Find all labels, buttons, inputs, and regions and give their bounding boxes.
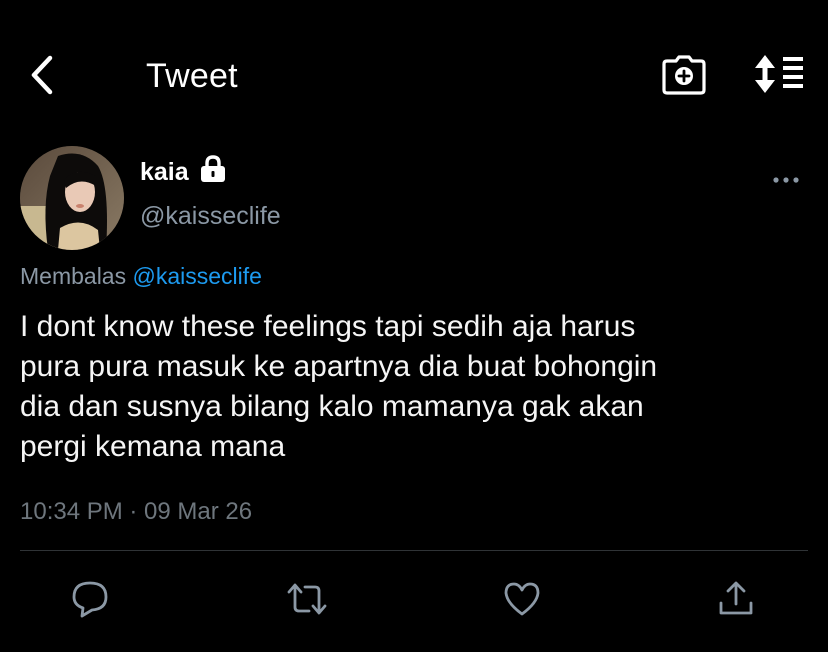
share-button[interactable] xyxy=(716,579,756,619)
more-options-button[interactable] xyxy=(768,168,804,192)
camera-add-icon xyxy=(662,55,706,95)
page-title: Tweet xyxy=(146,57,238,95)
retweet-icon xyxy=(287,583,327,615)
reply-prefix: Membalas xyxy=(20,263,127,289)
tweet-text: I dont know these feelings tapi sedih aj… xyxy=(20,310,658,463)
comment-icon xyxy=(72,581,108,618)
retweet-button[interactable] xyxy=(285,579,327,619)
reply-to-link[interactable]: @kaisseclife xyxy=(133,263,262,289)
top-bar: Tweet xyxy=(0,0,828,150)
profile-photo xyxy=(20,146,124,250)
sort-list-icon xyxy=(755,55,803,93)
back-button[interactable] xyxy=(26,52,64,98)
heart-icon xyxy=(504,582,540,616)
like-button[interactable] xyxy=(502,579,542,619)
camera-button[interactable] xyxy=(661,55,707,95)
username[interactable]: @kaisseclife xyxy=(140,201,281,231)
divider xyxy=(20,550,808,551)
lock-icon xyxy=(200,155,226,183)
more-dots-icon xyxy=(773,177,799,183)
reply-button[interactable] xyxy=(70,579,110,619)
sort-button[interactable] xyxy=(753,54,807,94)
reply-context: Membalas @kaisseclife xyxy=(20,261,262,291)
avatar[interactable] xyxy=(20,146,124,250)
chevron-left-icon xyxy=(31,55,53,95)
display-name[interactable]: kaia xyxy=(140,157,189,187)
share-icon xyxy=(719,581,753,615)
timestamp: 10:34 PM · 09 Mar 26 xyxy=(20,498,253,525)
